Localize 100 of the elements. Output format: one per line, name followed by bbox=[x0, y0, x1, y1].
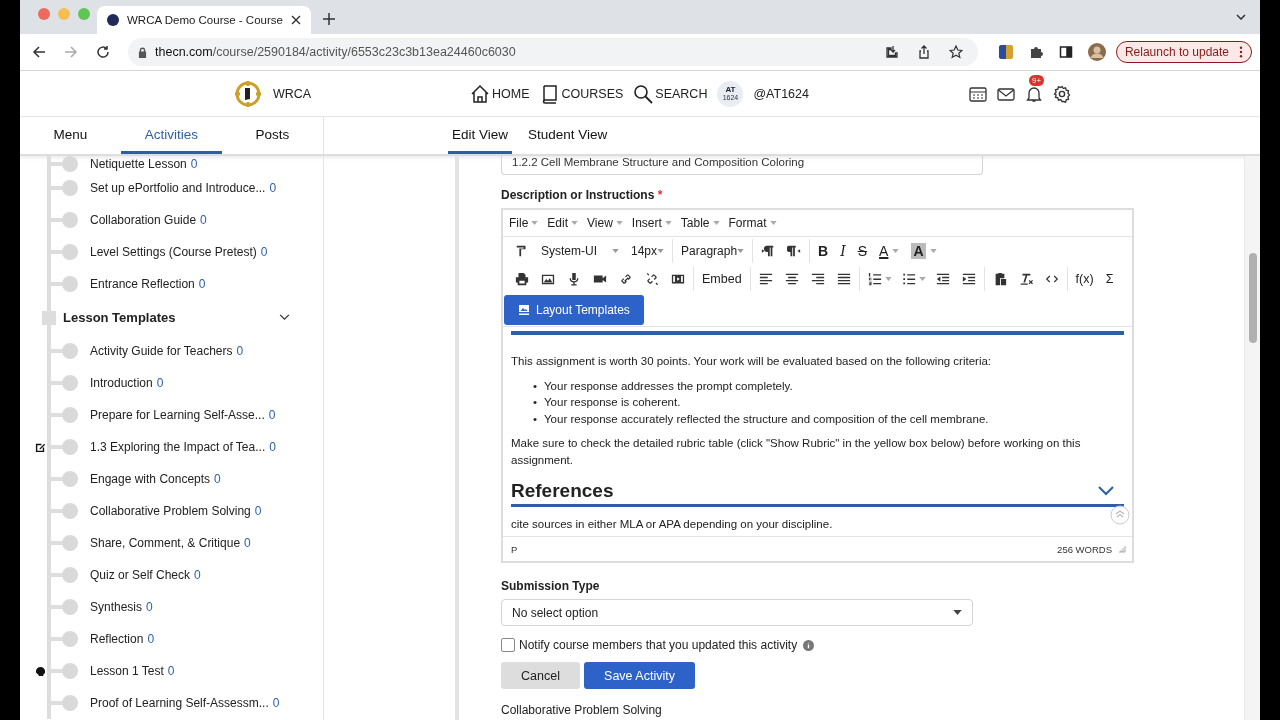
back-icon[interactable] bbox=[32, 45, 46, 59]
activity-link[interactable]: Share, Comment, & Critique bbox=[90, 536, 241, 550]
align-right-icon[interactable] bbox=[810, 272, 825, 286]
bullet-list-icon[interactable] bbox=[901, 272, 916, 286]
ordered-list-icon[interactable] bbox=[867, 272, 882, 286]
chevron-icon[interactable] bbox=[279, 314, 290, 321]
unlink-icon[interactable] bbox=[645, 272, 659, 286]
settings-icon[interactable] bbox=[1052, 84, 1071, 103]
menu-item[interactable]: Table bbox=[680, 216, 720, 230]
resize-handle[interactable] bbox=[1118, 545, 1126, 553]
section-title[interactable]: Lesson Templates bbox=[63, 310, 279, 325]
activity-link[interactable]: Activity Guide for Teachers bbox=[90, 344, 233, 358]
accessibility-icon[interactable] bbox=[1110, 505, 1130, 525]
link-icon[interactable] bbox=[619, 272, 633, 286]
star-icon[interactable] bbox=[948, 45, 963, 59]
sidebar-tab[interactable]: Activities bbox=[121, 117, 222, 154]
submission-type-dropdown[interactable]: No select option bbox=[501, 599, 973, 626]
info-icon[interactable] bbox=[803, 639, 815, 651]
address-bar[interactable]: thecn.com/course/2590184/activity/6553c23c3b13ea24460c6030 bbox=[128, 38, 978, 66]
menu-item[interactable]: Insert bbox=[631, 216, 672, 230]
bold-button[interactable]: B bbox=[812, 239, 835, 263]
sidebar-tab[interactable]: Posts bbox=[222, 117, 323, 154]
activity-link[interactable]: Quiz or Self Check bbox=[90, 568, 191, 582]
menu-item[interactable]: Format bbox=[728, 216, 777, 230]
rich-text-editor[interactable] bbox=[501, 208, 1134, 563]
logo-icon[interactable] bbox=[233, 78, 263, 109]
menu-item[interactable]: View bbox=[587, 216, 623, 230]
notify-checkbox[interactable] bbox=[501, 638, 515, 652]
clear-icon[interactable] bbox=[1018, 272, 1033, 286]
brush-icon[interactable] bbox=[515, 244, 529, 258]
nav-link[interactable]: COURSES bbox=[539, 83, 624, 104]
mic-icon[interactable] bbox=[567, 272, 581, 286]
media-icon[interactable] bbox=[671, 272, 685, 286]
menu-item[interactable]: File bbox=[509, 216, 539, 230]
toolbar-dropdown[interactable]: 14px bbox=[625, 239, 671, 263]
new-tab-icon[interactable] bbox=[323, 13, 335, 25]
puzzle-icon[interactable] bbox=[1028, 45, 1043, 59]
indent-icon[interactable] bbox=[961, 272, 976, 286]
outdent-icon[interactable] bbox=[935, 272, 950, 286]
activity-link[interactable]: Netiquette Lesson bbox=[90, 157, 187, 171]
chevron-icon[interactable] bbox=[1236, 14, 1246, 20]
save-button[interactable]: Save Activity bbox=[584, 662, 695, 689]
more-icon[interactable] bbox=[1239, 46, 1243, 58]
activity-link[interactable]: Lesson 1 Test bbox=[90, 664, 164, 678]
print-icon[interactable] bbox=[515, 272, 529, 286]
menu-item[interactable]: Edit bbox=[547, 216, 579, 230]
search-icon[interactable] bbox=[633, 83, 654, 104]
element-path[interactable]: P bbox=[511, 543, 518, 555]
cancel-button[interactable]: Cancel bbox=[501, 662, 580, 689]
profile-avatar[interactable] bbox=[1087, 43, 1106, 61]
activity-link[interactable]: Engage with Concepts bbox=[90, 472, 211, 486]
home-icon[interactable] bbox=[470, 83, 490, 104]
align-left-icon[interactable] bbox=[758, 272, 773, 286]
activity-link[interactable]: Level Settings (Course Pretest) bbox=[90, 245, 257, 259]
justify-icon[interactable] bbox=[836, 272, 851, 286]
extension-icon[interactable] bbox=[998, 45, 1013, 59]
side-panel-icon[interactable] bbox=[1058, 45, 1073, 59]
share-icon[interactable] bbox=[916, 45, 931, 59]
toolbar-button[interactable]: f(x) bbox=[1069, 267, 1100, 291]
toolbar-button[interactable]: Σ bbox=[1099, 267, 1120, 291]
toolbar-button[interactable]: Embed bbox=[696, 267, 748, 291]
user-handle[interactable]: @AT1624 bbox=[753, 86, 809, 101]
relaunch-button[interactable]: Relaunch to update bbox=[1115, 41, 1252, 63]
browser-tab[interactable]: WRCA Demo Course - Course bbox=[97, 6, 311, 34]
italic-button[interactable]: I bbox=[834, 239, 852, 263]
nav-link[interactable]: SEARCH bbox=[633, 83, 708, 104]
text-color-button[interactable]: A bbox=[873, 239, 906, 263]
activity-link[interactable]: Entrance Reflection bbox=[90, 277, 195, 291]
install-icon[interactable] bbox=[884, 45, 899, 59]
activity-link[interactable]: Reflection bbox=[90, 632, 144, 646]
bell-icon[interactable] bbox=[1024, 84, 1043, 103]
scrollbar-thumb[interactable] bbox=[1248, 253, 1257, 343]
image-icon[interactable] bbox=[541, 272, 555, 286]
toolbar-dropdown[interactable]: Paragraph bbox=[675, 239, 751, 263]
activity-link[interactable]: Collaboration Guide bbox=[90, 213, 197, 227]
sidebar-tab[interactable]: Menu bbox=[20, 117, 121, 154]
activity-link[interactable]: Collaborative Problem Solving bbox=[90, 504, 251, 518]
ltr-icon[interactable] bbox=[761, 244, 776, 258]
activity-link[interactable]: 1.3 Exploring the Impact of Tea... bbox=[90, 440, 266, 454]
title-field[interactable]: 1.2.2 Cell Membrane Structure and Composition Coloring bbox=[501, 156, 983, 175]
activity-link[interactable]: Proof of Learning Self-Assessm... bbox=[90, 696, 269, 710]
strike-button[interactable]: S bbox=[851, 239, 874, 263]
calendar-icon[interactable] bbox=[968, 84, 987, 103]
view-tab[interactable]: Student View bbox=[524, 117, 612, 154]
view-tab[interactable]: Edit View bbox=[448, 117, 513, 154]
checkbox-label[interactable]: Notify course members that you updated this activity bbox=[519, 638, 798, 652]
close-icon[interactable] bbox=[291, 15, 301, 25]
highlight-button[interactable]: A bbox=[905, 239, 943, 263]
activity-link[interactable]: Introduction bbox=[90, 376, 153, 390]
activity-link[interactable]: Synthesis bbox=[90, 600, 143, 614]
activity-link[interactable]: Prepare for Learning Self-Asse... bbox=[90, 408, 265, 422]
align-center-icon[interactable] bbox=[784, 272, 799, 286]
activity-link[interactable]: Set up ePortfolio and Introduce... bbox=[90, 181, 266, 195]
chevron-icon[interactable] bbox=[1098, 486, 1114, 496]
reload-icon[interactable] bbox=[96, 45, 110, 59]
rtl-icon[interactable] bbox=[787, 244, 802, 258]
layout-templates-button[interactable]: Layout Templates bbox=[504, 294, 644, 325]
toolbar-dropdown[interactable]: System-UI bbox=[535, 239, 625, 263]
nav-link[interactable]: HOME bbox=[470, 83, 530, 104]
brand-name[interactable]: WRCA bbox=[273, 86, 312, 101]
